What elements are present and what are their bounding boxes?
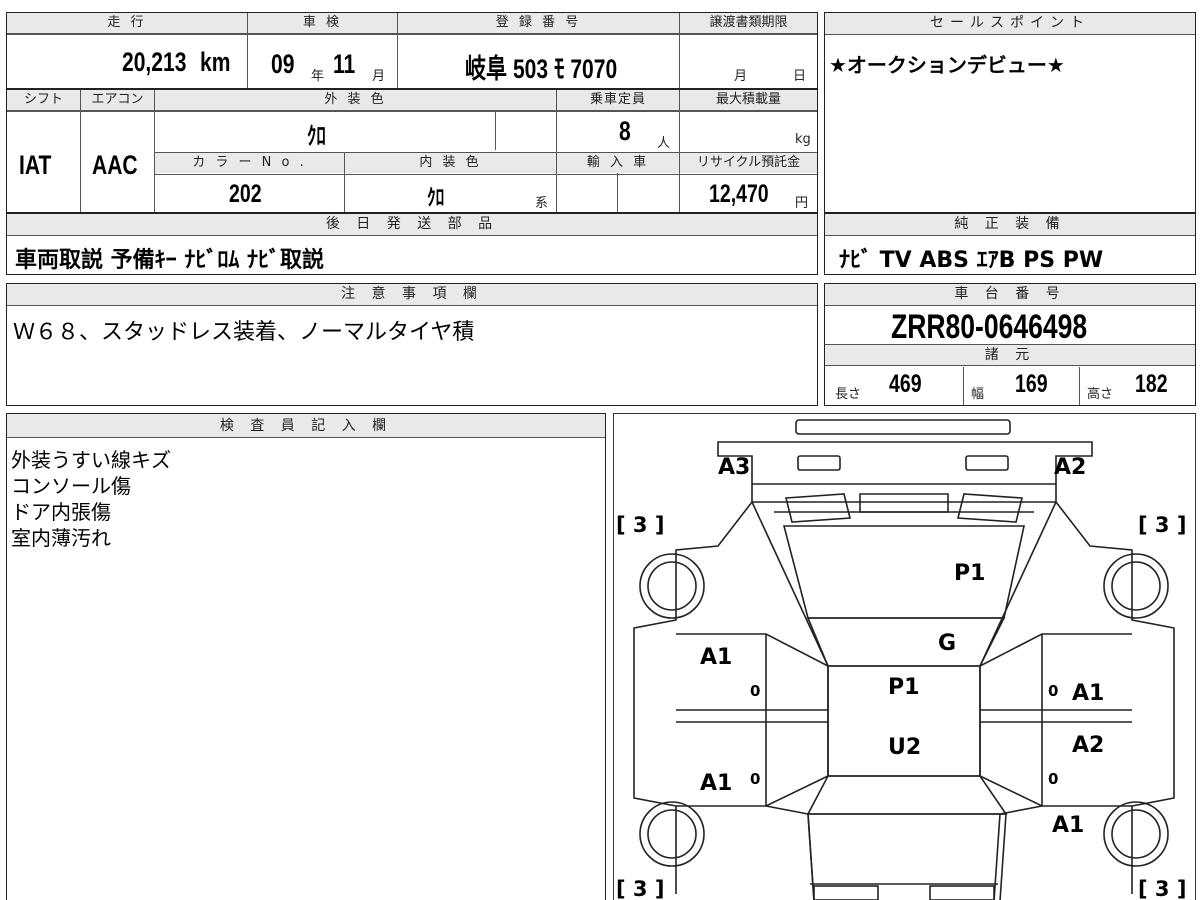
mark-right-fender: A1 bbox=[1052, 813, 1084, 838]
mark-zero: 0 bbox=[1048, 682, 1058, 700]
inspector-line: コンソール傷 bbox=[11, 474, 131, 498]
ext-color-value: ｸﾛ bbox=[307, 123, 326, 150]
spec-grid-box: シフト エアコン 外 装 色 乗車定員 最大積載量 IAT AAC ｸﾛ 8 人… bbox=[6, 89, 818, 213]
width-label: 幅 bbox=[971, 387, 985, 402]
mileage-label: 走 行 bbox=[7, 13, 247, 34]
notes-label: 注 意 事 項 欄 bbox=[7, 284, 817, 306]
ac-value: AAC bbox=[92, 150, 138, 180]
recycle-value: 12,470 bbox=[709, 180, 769, 208]
specs-label: 諸 元 bbox=[825, 344, 1195, 366]
car-diagram-box: A3 A2 [ 3 ] [ 3 ] [ 3 ] [ 3 ] P1 G A1 P1… bbox=[613, 413, 1196, 900]
mark-tire-tr: [ 3 ] bbox=[1138, 513, 1186, 537]
mark-tire-bl: [ 3 ] bbox=[616, 877, 664, 900]
inspector-line: 室内薄汚れ bbox=[11, 526, 111, 550]
height-value: 182 bbox=[1135, 370, 1168, 398]
inspector-line: 外装うすい線キズ bbox=[11, 448, 171, 472]
transfer-label: 譲渡書類期限 bbox=[680, 13, 817, 34]
shaken-month-unit: 月 bbox=[372, 69, 386, 84]
load-label: 最大積載量 bbox=[680, 90, 817, 111]
chassis-label: 車 台 番 号 bbox=[825, 284, 1195, 306]
shaken-label: 車 検 bbox=[248, 13, 397, 34]
mark-left-rear-door: A1 bbox=[700, 645, 732, 670]
mark-zero: 0 bbox=[750, 682, 760, 700]
color-no-label: カ ラ ー N o . bbox=[155, 153, 344, 173]
notes-box: 注 意 事 項 欄 Ｗ６８、スタッドレス装着、ノーマルタイヤ積 bbox=[6, 283, 818, 406]
import-label: 輸 入 車 bbox=[557, 153, 679, 173]
mark-rear-left: A3 bbox=[718, 455, 750, 480]
color-no-value: 202 bbox=[229, 180, 262, 208]
mark-rear-right: A2 bbox=[1054, 455, 1086, 480]
int-color-label: 内 装 色 bbox=[345, 153, 556, 173]
later-parts-value: 車両取説 予備ｷｰ ﾅﾋﾞﾛﾑ ﾅﾋﾞ取説 bbox=[15, 248, 324, 273]
mark-zero: 0 bbox=[750, 770, 760, 788]
mark-roof: P1 bbox=[888, 675, 919, 700]
mileage-unit: km bbox=[200, 47, 231, 77]
shift-label: シフト bbox=[7, 90, 80, 111]
sales-point-value: ★オークションデビュー★ bbox=[829, 53, 1065, 77]
inspector-box: 検 査 員 記 入 欄 外装うすい線キズ コンソール傷 ドア内張傷 室内薄汚れ bbox=[6, 413, 606, 900]
plate-label: 登 録 番 号 bbox=[398, 13, 679, 34]
mark-right-front-door: A2 bbox=[1072, 733, 1104, 758]
later-parts-label: 後 日 発 送 部 品 bbox=[7, 214, 817, 236]
sales-point-box: セールスポイント ★オークションデビュー★ bbox=[824, 12, 1196, 213]
transfer-day: 日 bbox=[793, 69, 807, 84]
chassis-value: ZRR80-0646498 bbox=[891, 308, 1088, 346]
notes-value: Ｗ６８、スタッドレス装着、ノーマルタイヤ積 bbox=[13, 320, 475, 345]
later-parts-box: 後 日 発 送 部 品 車両取説 予備ｷｰ ﾅﾋﾞﾛﾑ ﾅﾋﾞ取説 bbox=[6, 213, 818, 275]
capacity-label: 乗車定員 bbox=[557, 90, 679, 111]
length-label: 長さ bbox=[835, 387, 862, 402]
sales-point-label: セールスポイント bbox=[825, 13, 1195, 35]
mileage-value: 20,213 bbox=[122, 47, 187, 77]
height-label: 高さ bbox=[1087, 387, 1114, 402]
capacity-unit: 人 bbox=[657, 136, 671, 151]
length-value: 469 bbox=[889, 370, 922, 398]
mark-roof-glass: G bbox=[938, 631, 956, 656]
inspector-line: ドア内張傷 bbox=[11, 500, 111, 524]
shift-value: IAT bbox=[19, 150, 52, 180]
mark-zero: 0 bbox=[1048, 770, 1058, 788]
inspector-label: 検 査 員 記 入 欄 bbox=[7, 414, 605, 438]
mark-rear-glass: P1 bbox=[954, 561, 985, 586]
mark-right-rear-door: A1 bbox=[1072, 681, 1104, 706]
mark-tire-br: [ 3 ] bbox=[1138, 877, 1186, 900]
shaken-year: 09 bbox=[271, 49, 295, 79]
equipment-label: 純 正 装 備 bbox=[825, 214, 1195, 236]
ext-color-label: 外 装 色 bbox=[155, 90, 556, 111]
equipment-value: ﾅﾋﾞ TV ABS ｴｱB PS PW bbox=[839, 248, 1104, 273]
shaken-month: 11 bbox=[333, 49, 356, 79]
chassis-box: 車 台 番 号 ZRR80-0646498 諸 元 長さ 469 幅 169 高… bbox=[824, 283, 1196, 406]
int-color-suffix: 系 bbox=[535, 196, 549, 211]
capacity-value: 8 bbox=[619, 116, 631, 146]
recycle-label: リサイクル預託金 bbox=[680, 153, 817, 173]
ac-label: エアコン bbox=[81, 90, 154, 111]
shaken-year-unit: 年 bbox=[311, 69, 325, 84]
top-info-box: 走 行 車 検 登 録 番 号 譲渡書類期限 20,213 km 09 年 11… bbox=[6, 12, 818, 89]
width-value: 169 bbox=[1015, 370, 1048, 398]
mark-hood: U2 bbox=[888, 735, 921, 760]
recycle-unit: 円 bbox=[795, 196, 809, 211]
int-color-value: ｸﾛ bbox=[427, 185, 445, 210]
mark-tire-tl: [ 3 ] bbox=[616, 513, 664, 537]
equipment-box: 純 正 装 備 ﾅﾋﾞ TV ABS ｴｱB PS PW bbox=[824, 213, 1196, 275]
plate-value: 岐阜 503 ﾓ 7070 bbox=[465, 54, 618, 84]
transfer-month: 月 bbox=[734, 69, 748, 84]
mark-left-front-door: A1 bbox=[700, 771, 732, 796]
car-diagram: A3 A2 [ 3 ] [ 3 ] [ 3 ] [ 3 ] P1 G A1 P1… bbox=[616, 419, 1186, 900]
load-unit: kg bbox=[795, 132, 811, 147]
